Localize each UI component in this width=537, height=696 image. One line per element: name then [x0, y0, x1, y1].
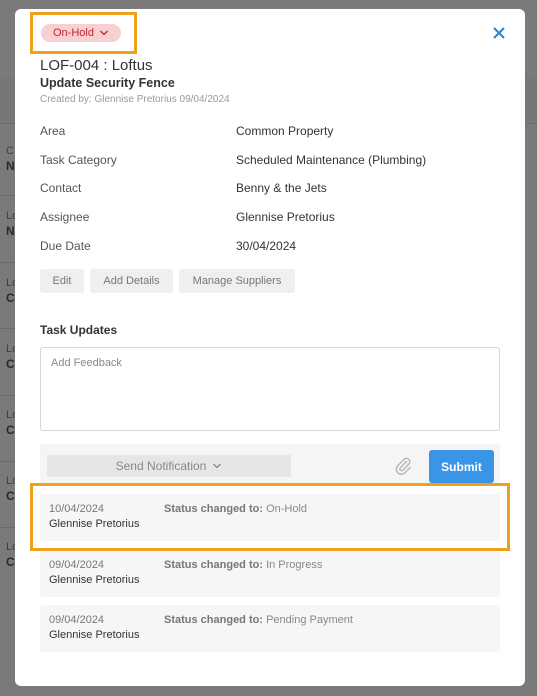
close-icon[interactable] [491, 25, 507, 41]
background-row-line2: C [6, 291, 15, 305]
update-date: 10/04/2024 [49, 503, 105, 515]
task-detail-modal: On-Hold LOF-004 : Loftus Update Security… [15, 9, 525, 686]
due-date-label: Due Date [40, 239, 91, 253]
task-category-label: Task Category [40, 153, 117, 167]
update-status-value: On-Hold [266, 503, 308, 515]
background-row-line2: N [6, 224, 15, 238]
notification-bar: Send Notification Submit [40, 444, 500, 483]
background-row-line2: N [6, 159, 15, 173]
update-status-label: Status changed to: [164, 503, 264, 515]
update-user: Glennise Pretorius [49, 574, 140, 586]
add-details-button[interactable]: Add Details [90, 269, 173, 293]
background-row-line2: C [6, 423, 15, 437]
paperclip-icon[interactable] [393, 455, 413, 475]
update-date: 09/04/2024 [49, 614, 105, 626]
edit-button[interactable]: Edit [40, 269, 84, 293]
update-status-value: Pending Payment [266, 614, 353, 626]
task-category-value: Scheduled Maintenance (Plumbing) [236, 153, 427, 167]
chevron-down-icon [100, 30, 108, 36]
task-updates-heading: Task Updates [40, 323, 118, 337]
background-row-line1: C [6, 145, 14, 157]
update-status-value: In Progress [266, 559, 323, 571]
assignee-value: Glennise Pretorius [236, 210, 335, 224]
update-user: Glennise Pretorius [49, 518, 140, 530]
update-status-label: Status changed to: [164, 559, 264, 571]
update-item: 09/04/2024 Glennise Pretorius Status cha… [40, 550, 500, 597]
update-status: Status changed to: On-Hold [164, 503, 307, 515]
assignee-label: Assignee [40, 210, 90, 224]
due-date-value: 30/04/2024 [236, 239, 297, 253]
task-title: LOF-004 : Loftus [40, 57, 153, 74]
created-by-text: Created by: Glennise Pretorius 09/04/202… [40, 94, 230, 105]
background-row-line2: C [6, 555, 15, 569]
feedback-input[interactable] [40, 347, 500, 431]
update-item: 09/04/2024 Glennise Pretorius Status cha… [40, 605, 500, 652]
area-label: Area [40, 124, 66, 138]
chevron-down-icon [213, 463, 222, 469]
send-notification-dropdown[interactable]: Send Notification [47, 455, 291, 477]
manage-suppliers-button[interactable]: Manage Suppliers [179, 269, 295, 293]
update-status: Status changed to: In Progress [164, 559, 322, 571]
status-dropdown[interactable]: On-Hold [41, 24, 121, 42]
update-item: 10/04/2024 Glennise Pretorius Status cha… [40, 494, 500, 541]
contact-label: Contact [40, 181, 82, 195]
background-row-line2: C [6, 489, 15, 503]
submit-button[interactable]: Submit [429, 450, 494, 483]
contact-value: Benny & the Jets [236, 181, 327, 195]
task-subtitle: Update Security Fence [40, 76, 175, 90]
update-date: 09/04/2024 [49, 559, 105, 571]
update-user: Glennise Pretorius [49, 629, 140, 641]
status-dropdown-label: On-Hold [53, 27, 94, 39]
update-status: Status changed to: Pending Payment [164, 614, 353, 626]
area-value: Common Property [236, 124, 334, 138]
background-row-line2: C [6, 357, 15, 371]
update-status-label: Status changed to: [164, 614, 264, 626]
send-notification-label: Send Notification [115, 459, 207, 473]
